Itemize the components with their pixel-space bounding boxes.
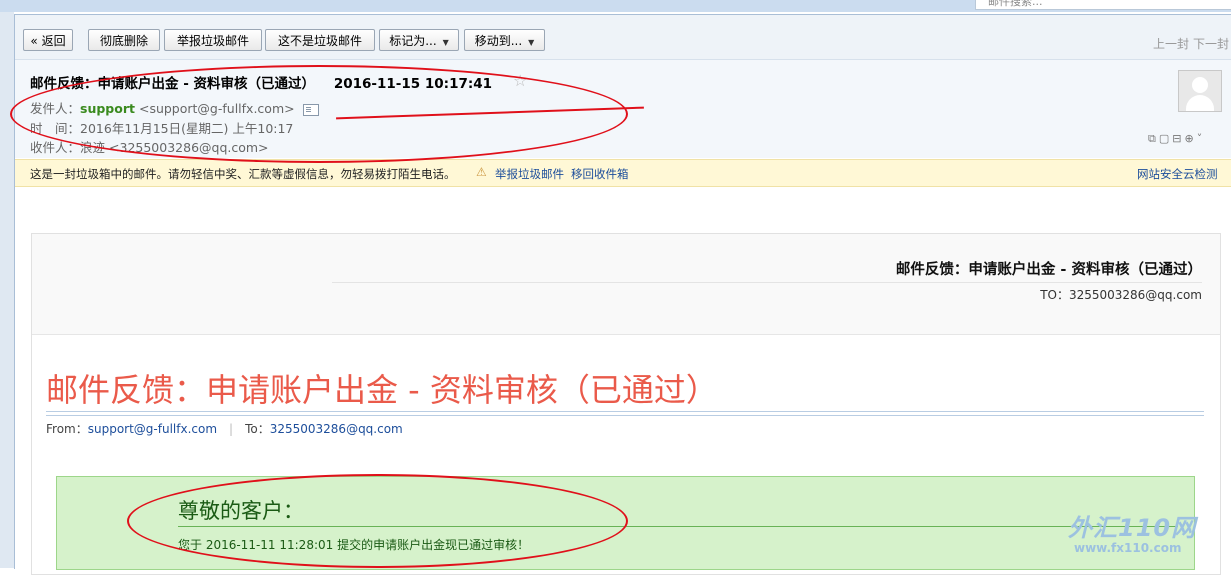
left-edge-bar	[0, 12, 14, 568]
new-window-icon[interactable]: ⧉	[1148, 132, 1159, 145]
card-title: 邮件反馈：申请账户出金 - 资料审核（已通过）	[895, 262, 1202, 278]
delete-forever-button[interactable]: 彻底删除	[88, 29, 160, 51]
chevron-down-icon: ▼	[528, 38, 535, 47]
mail-search-input[interactable]: 邮件搜索...	[975, 0, 1231, 10]
print-icon[interactable]: ▢	[1159, 132, 1172, 145]
watermark-url: www.fx110.com	[1074, 541, 1182, 555]
save-icon[interactable]: ⊟	[1172, 132, 1184, 145]
avatar	[1178, 70, 1222, 112]
mail-body-title: 邮件反馈：申请账户出金 - 资料审核（已通过）	[46, 371, 718, 409]
mail-body-card-header: 邮件反馈：申请账户出金 - 资料审核（已通过） TO：3255003286@qq…	[32, 234, 1220, 335]
chevron-down-icon: ▼	[442, 38, 449, 47]
watermark-logo: 外汇110网 www.fx110.com	[1068, 508, 1196, 555]
body-to-label: To：	[245, 422, 270, 436]
from-to-line: From：support@g-fullfx.com | To：3255003286@…	[46, 420, 403, 437]
mark-as-label: 标记为...	[389, 34, 437, 48]
prev-mail-link[interactable]: 上一封	[1153, 35, 1189, 52]
spam-warning-bar: 这是一封垃圾箱中的邮件。请勿轻信中奖、汇款等虚假信息，勿轻易拨打陌生电话。 ⚠ …	[15, 159, 1231, 187]
top-strip: 邮件搜索...	[0, 0, 1231, 12]
body-to-value: 3255003286@qq.com	[269, 422, 403, 436]
move-to-label: 移动到...	[474, 34, 523, 48]
move-to-inbox-link[interactable]: 移回收件箱	[571, 166, 629, 182]
body-from-value: support@g-fullfx.com	[87, 422, 218, 436]
next-mail-link[interactable]: 下一封	[1193, 35, 1229, 52]
not-spam-button[interactable]: 这不是垃圾邮件	[265, 29, 375, 51]
red-annotation-ellipse-header	[10, 65, 628, 163]
header-action-icons: ⧉▢⊟⊕˅	[1148, 132, 1205, 146]
report-icon: ⚠	[476, 165, 487, 179]
chevron-down-icon[interactable]: ˅	[1197, 132, 1206, 145]
report-spam-link[interactable]: 举报垃圾邮件	[495, 166, 564, 182]
divider	[332, 282, 1202, 283]
separator: |	[229, 422, 234, 436]
card-recipient: TO：3255003286@qq.com	[1040, 288, 1202, 302]
mail-toolbar: « 返回 彻底删除 举报垃圾邮件 这不是垃圾邮件 标记为... ▼ 移动到... ▼…	[15, 15, 1231, 60]
mark-as-dropdown[interactable]: 标记为... ▼	[379, 29, 459, 51]
body-from-label: From：	[46, 422, 88, 436]
red-annotation-ellipse-greeting	[127, 474, 628, 568]
title-divider	[46, 411, 1204, 416]
spam-warning-text: 这是一封垃圾箱中的邮件。请勿轻信中奖、汇款等虚假信息，勿轻易拨打陌生电话。	[30, 167, 456, 181]
watermark-main-text: 外汇110网	[1068, 514, 1197, 542]
report-spam-button[interactable]: 举报垃圾邮件	[164, 29, 262, 51]
back-button[interactable]: « 返回	[23, 29, 73, 51]
security-check-link[interactable]: 网站安全云检测	[1137, 166, 1218, 182]
forward-icon[interactable]: ⊕	[1184, 132, 1196, 145]
move-to-dropdown[interactable]: 移动到... ▼	[464, 29, 545, 51]
